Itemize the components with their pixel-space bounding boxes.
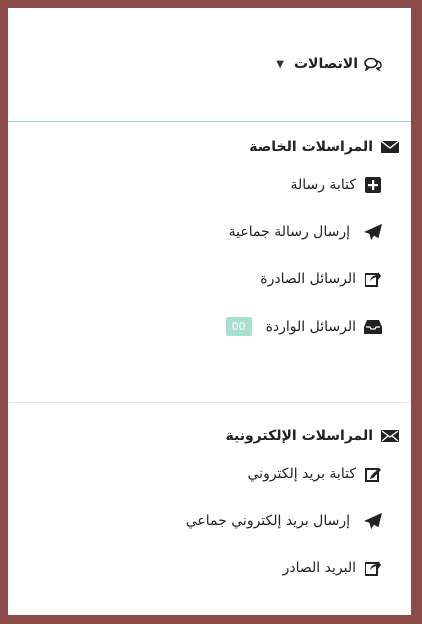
- sent-email-link[interactable]: البريد الصادر: [283, 560, 382, 576]
- write-email-link[interactable]: كتابة بريد إلكتروني: [248, 466, 383, 482]
- write-message-link[interactable]: كتابة رسالة: [290, 177, 382, 193]
- inbox-messages-link[interactable]: الرسائل الواردة 00: [225, 317, 382, 336]
- share-square-icon: [364, 560, 382, 576]
- caret-down-icon: ▼: [276, 58, 284, 70]
- communications-title: الاتصالات: [293, 56, 358, 72]
- send-group-message-link[interactable]: إرسال رسالة جماعية: [229, 223, 382, 241]
- sidebar-panel: الاتصالات ▼ المراسلات الخاصة كتابة رسالة…: [8, 8, 411, 615]
- send-group-email-link[interactable]: إرسال بريد إلكتروني جماعي: [186, 512, 382, 530]
- inbox-icon: [364, 319, 382, 335]
- communications-header: الاتصالات ▼: [8, 8, 411, 122]
- share-square-icon: [364, 271, 382, 287]
- section-divider: [8, 402, 411, 403]
- sent-messages-link[interactable]: الرسائل الصادرة: [260, 271, 382, 287]
- edit-icon: [364, 466, 382, 482]
- paper-plane-icon: [364, 223, 382, 241]
- electronic-messages-title: المراسلات الإلكترونية: [226, 428, 399, 444]
- chat-bubbles-icon: [364, 56, 382, 72]
- plus-square-icon: [364, 177, 382, 193]
- inbox-count-badge: 00: [225, 317, 252, 336]
- private-messages-title: المراسلات الخاصة: [249, 139, 399, 155]
- communications-toggle[interactable]: الاتصالات ▼: [276, 56, 382, 72]
- paper-plane-icon: [364, 512, 382, 530]
- envelope-icon: [381, 139, 399, 155]
- envelope-open-icon: [381, 428, 399, 444]
